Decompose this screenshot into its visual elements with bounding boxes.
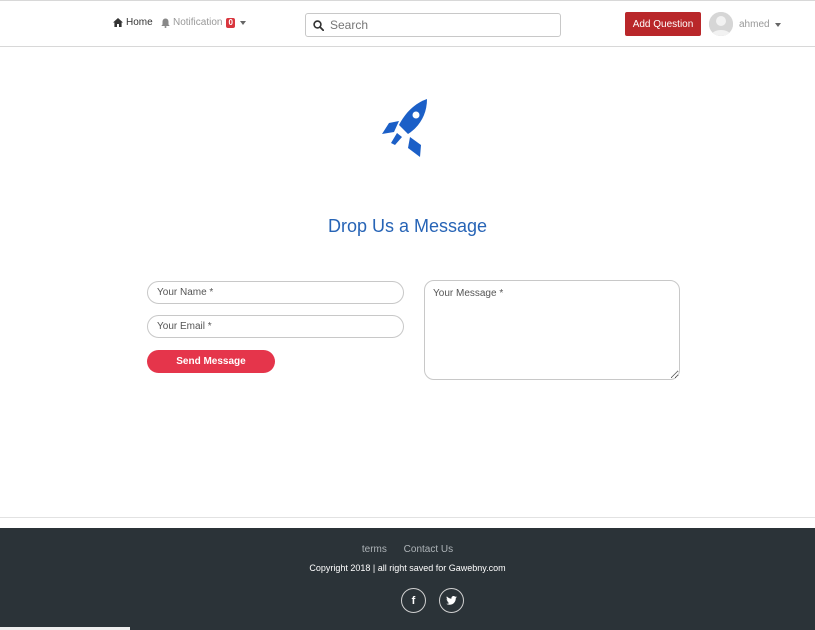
user-silhouette-icon	[709, 12, 733, 36]
nav-home-link[interactable]: Home	[113, 17, 153, 28]
footer-links: terms Contact Us	[0, 544, 815, 555]
email-field[interactable]	[147, 315, 404, 338]
top-navbar: Home Notification 0 Add Question ahmed	[0, 0, 815, 47]
footer-link-terms[interactable]: terms	[362, 544, 387, 555]
message-field[interactable]	[424, 280, 680, 380]
footer-link-contact-us[interactable]: Contact Us	[404, 544, 453, 555]
bell-icon	[161, 18, 170, 28]
user-menu-dropdown[interactable]: ahmed	[739, 19, 781, 30]
facebook-icon[interactable]: f	[401, 588, 426, 613]
avatar[interactable]	[709, 12, 733, 36]
rocket-icon	[382, 99, 427, 157]
twitter-bird-icon	[446, 596, 457, 605]
search-icon	[313, 19, 324, 31]
twitter-icon[interactable]	[439, 588, 464, 613]
chevron-down-icon	[239, 20, 246, 25]
footer: terms Contact Us Copyright 2018 | all ri…	[0, 528, 815, 630]
notification-count-badge: 0	[226, 17, 235, 28]
chevron-down-icon	[774, 22, 781, 27]
footer-divider	[0, 517, 815, 518]
search-input[interactable]	[330, 18, 550, 32]
nav-notification-label: Notification	[173, 17, 223, 28]
name-field[interactable]	[147, 281, 404, 304]
home-icon	[113, 18, 123, 27]
nav-notification-dropdown[interactable]: Notification 0	[161, 17, 246, 28]
copyright-text: Copyright 2018 | all right saved for Gaw…	[309, 563, 506, 573]
search-box	[305, 13, 561, 37]
username-label: ahmed	[739, 19, 770, 30]
facebook-glyph: f	[411, 594, 416, 607]
add-question-button[interactable]: Add Question	[625, 12, 701, 36]
send-message-button[interactable]: Send Message	[147, 350, 275, 373]
nav-home-label: Home	[126, 17, 153, 28]
page-title: Drop Us a Message	[327, 216, 488, 236]
